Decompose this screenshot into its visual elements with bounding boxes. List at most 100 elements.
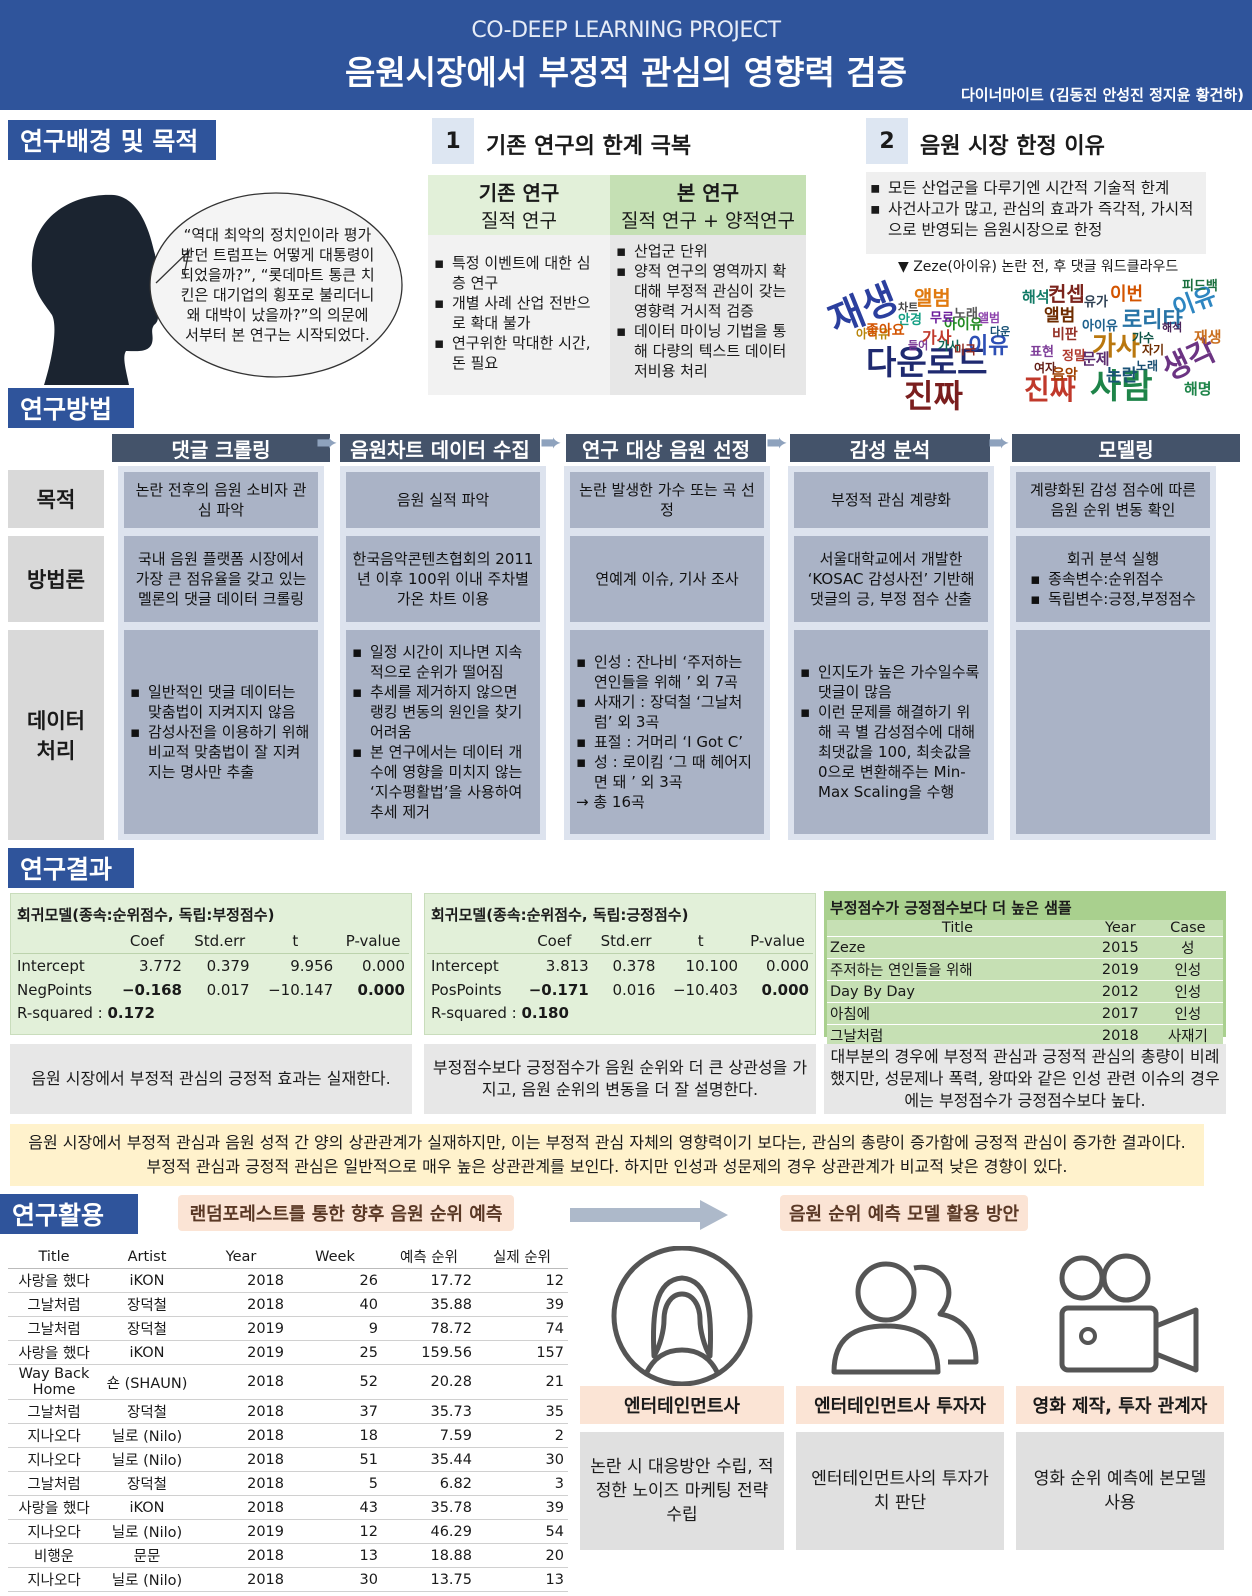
use-desc-entertainment: 논란 시 대응방안 수립, 적정한 노이즈 마케팅 전략 수립 xyxy=(580,1432,784,1550)
cell: 43 xyxy=(288,1495,382,1520)
cell: 장덕철 xyxy=(100,1399,194,1424)
r-squared-value: 0.172 xyxy=(107,1004,155,1022)
use-label-investor: 엔터테인먼트사 투자자 xyxy=(796,1386,1004,1424)
col-header: Artist xyxy=(100,1245,194,1269)
cell: 2018 xyxy=(194,1423,288,1448)
list-item: 모든 산업군을 다루기엔 시간적 기술적 한계 xyxy=(870,178,1198,199)
wc-word: 여자 xyxy=(1034,361,1057,375)
result-note-3: 대부분의 경우에 부정적 관심과 긍정적 관심의 총량이 비례했지만, 성문제나… xyxy=(824,1044,1226,1114)
wc-word: 차트 xyxy=(898,301,919,314)
wc-word: 해석 xyxy=(1022,288,1050,306)
wc-word: 앨범 xyxy=(978,311,1001,325)
step-arrow-icon: ➨ xyxy=(316,428,338,458)
cell: 2 xyxy=(476,1423,568,1448)
cell: 그날처럼 xyxy=(8,1316,100,1341)
cell: 닐로 (Nilo) xyxy=(100,1567,194,1592)
cell: 2017 xyxy=(1101,1005,1139,1022)
wc-word: 진짜 xyxy=(904,377,963,415)
wc-word: 아이유 xyxy=(1082,319,1118,334)
cell: 2019 xyxy=(1101,961,1139,978)
wc-word: 앨범 xyxy=(1044,306,1076,326)
data-list: 인지도가 높은 가수일수록 댓글이 많음 이런 문제를 해결하기 위해 곡 별 … xyxy=(800,662,982,802)
col-header: t xyxy=(659,929,743,954)
wc-word: 문제 xyxy=(1082,350,1110,368)
cell: 성 xyxy=(1181,941,1195,957)
cell: −0.168 xyxy=(121,981,182,999)
wc-word: 좋아요 xyxy=(866,323,905,339)
wc-word: 노래 xyxy=(954,307,978,322)
wc-word: 자기 xyxy=(1142,343,1165,357)
table-row: 그날처럼 장덕철 2019 9 78.72 74 xyxy=(8,1316,568,1341)
cell: −10.147 xyxy=(268,981,334,999)
cell: PosPoints xyxy=(431,981,502,999)
cell: 아침에 xyxy=(830,1007,871,1023)
col-header: t xyxy=(253,929,338,954)
cell: 0.379 xyxy=(206,957,250,975)
cell: 12 xyxy=(476,1268,568,1293)
regression-neg: 회귀모델(종속:순위점수, 독립:부정점수) Coef Std.err t P-val… xyxy=(10,893,412,1035)
list-item: 감성사전을 이용하기 위해 비교적 맞춤법이 잘 지켜지는 명사만 추출 xyxy=(130,722,312,782)
cell: 39 xyxy=(476,1495,568,1520)
list-item: 독립변수:긍정,부정점수 xyxy=(1030,589,1196,609)
table-row: 그날처럼 장덕철 2018 5 6.82 3 xyxy=(8,1471,568,1496)
list-item: 종속변수:순위점수 xyxy=(1030,569,1196,589)
cell: 51 xyxy=(288,1447,382,1472)
cell: 사랑을 했다 xyxy=(8,1495,100,1520)
this-study-sub: 질적 연구 + 양적연구 xyxy=(621,210,795,232)
data-cell-empty xyxy=(1016,630,1210,834)
section-background: 연구배경 및 목적 xyxy=(8,120,216,160)
cell: 지나오다 xyxy=(8,1567,100,1592)
col-header: Title xyxy=(941,920,973,936)
wc-word: 다운 xyxy=(990,325,1011,338)
cell: 9 xyxy=(288,1316,382,1341)
wordcloud-before: 재생 다운로드 진짜 앨범 이유 아이유 가사 노래 무료 앨범 안경 아이유 … xyxy=(822,276,1022,418)
cell: 장덕철 xyxy=(100,1316,194,1341)
prev-study-sub: 질적 연구 xyxy=(481,210,557,232)
cell: 2019 xyxy=(194,1316,288,1341)
cell: 2019 xyxy=(194,1340,288,1365)
reason-number: 2 xyxy=(866,118,908,164)
this-study-body: 산업군 단위 양적 연구의 영역까지 확대해 부정적 관심이 갖는 영향력 거시… xyxy=(610,235,806,395)
methodology-cell: 국내 음원 플랫폼 시장에서 가장 큰 점유율을 갖고 있는 멜론의 댓글 데이… xyxy=(124,536,318,622)
table-row: 그날처럼 장덕철 2018 40 35.88 39 xyxy=(8,1292,568,1317)
cell: 25 xyxy=(288,1340,382,1365)
regression-neg-title: 회귀모델(종속:순위점수, 독립:부정점수) xyxy=(17,906,275,924)
limit-number: 1 xyxy=(432,118,474,164)
data-cell: 인지도가 높은 가수일수록 댓글이 많음 이런 문제를 해결하기 위해 곡 별 … xyxy=(794,630,988,834)
col-header: Std.err xyxy=(592,929,660,954)
regression-pos-table: Coef Std.err t P-value Intercept 3.813 0.378 1… xyxy=(427,929,813,1002)
list-item: 이런 문제를 해결하기 위해 곡 별 감성점수에 대해 최댓값을 100, 최솟… xyxy=(800,702,982,802)
list-item: 성 : 로이킴 ‘그 때 헤어지면 돼 ’ 외 3곡 xyxy=(576,752,758,792)
cell: 문문 xyxy=(100,1543,194,1568)
list-item: 표절 : 거머리 ‘I Got C’ xyxy=(576,732,758,752)
person-female-icon xyxy=(611,1246,753,1386)
section-usage: 연구활용 xyxy=(0,1194,138,1234)
cell: 2012 xyxy=(1101,983,1139,1000)
cell: 장덕철 xyxy=(100,1471,194,1496)
cell: 사랑을 했다 xyxy=(8,1268,100,1293)
wc-word: 논란 xyxy=(1106,366,1138,386)
cell: Intercept xyxy=(17,957,85,975)
cell: 인성 xyxy=(1174,963,1202,979)
wc-word: 앨범 xyxy=(914,286,951,310)
data-list: 일정 시간이 지나면 지속적으로 순위가 떨어짐 추세를 제거하지 않으면 랭킹… xyxy=(352,642,534,822)
r-squared: R-squared : 0.180 xyxy=(425,1002,815,1024)
cell: 2018 xyxy=(194,1495,288,1520)
cell: 숀 (SHAUN) xyxy=(100,1364,194,1400)
cell: 지나오다 xyxy=(8,1519,100,1544)
usage-plan-label: 음원 순위 예측 모델 활용 방안 xyxy=(780,1195,1028,1231)
col-header: Coef xyxy=(515,929,593,954)
methodology-cell: 회귀 분석 실행 종속변수:순위점수 독립변수:긍정,부정점수 xyxy=(1016,536,1210,622)
cell: 지나오다 xyxy=(8,1423,100,1448)
methodology-cell: 서울대학교에서 개발한 ‘KOSAC 감성사전’ 기반해 댓글의 긍, 부정 점… xyxy=(794,536,988,622)
wc-word: 유가 xyxy=(1084,295,1108,310)
cell: 그날처럼 xyxy=(830,1029,884,1045)
use-label-entertainment: 엔터테인먼트사 xyxy=(580,1386,784,1424)
cell: 18 xyxy=(288,1423,382,1448)
use-desc-investor: 엔터테인먼트사의 투자가치 판단 xyxy=(796,1432,1004,1550)
poster-header: CO-DEEP LEARNING PROJECT 음원시장에서 부정적 관심의 … xyxy=(0,0,1252,110)
col-header xyxy=(13,929,109,954)
cell: Day By Day xyxy=(830,983,916,1000)
cell: 20 xyxy=(476,1543,568,1568)
cell: 0.000 xyxy=(362,957,405,975)
